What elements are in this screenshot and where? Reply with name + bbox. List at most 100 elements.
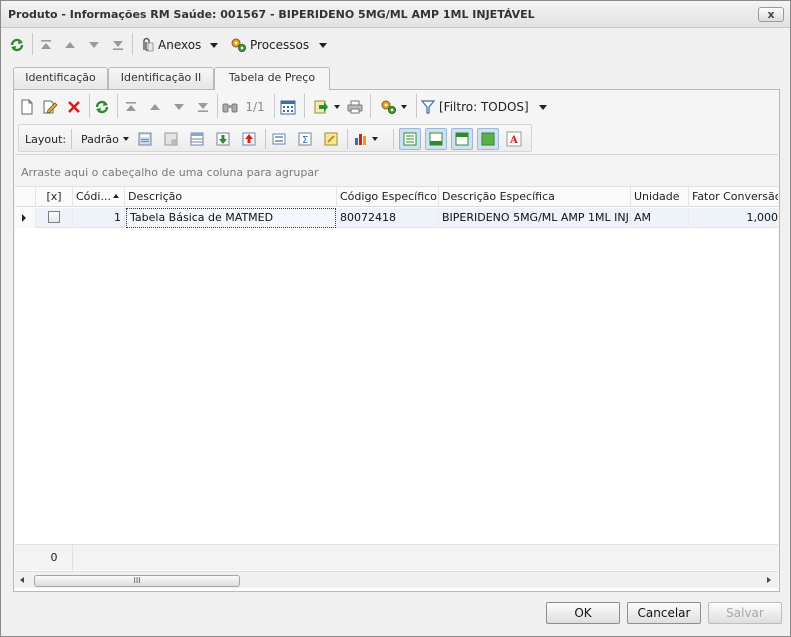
sort-ascending-icon — [113, 194, 119, 198]
layout-value: Padrão — [81, 132, 119, 146]
cancel-button[interactable]: Cancelar — [627, 602, 701, 624]
processos-label: Processos — [250, 38, 310, 52]
up-arrow-icon — [65, 42, 75, 48]
row-checkbox[interactable] — [48, 211, 60, 223]
anexos-label: Anexos — [158, 38, 202, 52]
delete-record-button[interactable] — [64, 96, 84, 118]
scrollbar-thumb[interactable]: III — [34, 575, 240, 587]
layout-export-button[interactable] — [241, 130, 257, 148]
refresh-icon — [10, 38, 24, 52]
row-indicator — [15, 208, 36, 228]
processos-button[interactable]: Processos — [230, 34, 330, 56]
grid-previous-button[interactable] — [146, 96, 164, 118]
layout-group-button[interactable] — [271, 130, 287, 148]
column-header-fator-conversao[interactable]: Fator Conversão — [689, 187, 778, 207]
highlight-icon — [324, 132, 338, 146]
grid-first-button[interactable] — [122, 96, 140, 118]
export-arrow-icon — [314, 100, 328, 114]
anexos-button[interactable]: Anexos — [139, 34, 221, 56]
new-document-icon — [21, 99, 33, 115]
row-select-cell — [36, 208, 73, 228]
tab-panel-tabela-de-preco: 1/1 [Filtro: TODOS] Layout: Padrão Σ A A… — [13, 89, 780, 592]
gears-icon — [381, 100, 396, 114]
chevron-down-icon — [538, 104, 547, 110]
edit-record-button[interactable] — [40, 96, 60, 118]
table-row[interactable]: 1 Tabela Básica de MATMED 80072418 BIPER… — [15, 208, 778, 228]
toolbar-separator — [393, 129, 394, 149]
save-button[interactable]: Salvar — [708, 602, 782, 624]
print-button[interactable] — [346, 96, 364, 118]
layout-import-button[interactable] — [215, 130, 231, 148]
record-position: 1/1 — [245, 100, 265, 114]
title-bar: Produto - Informações RM Saúde: 001567 -… — [1, 1, 790, 28]
column-header-descricao[interactable]: Descrição — [125, 187, 337, 207]
layout-view-grid-button[interactable] — [399, 128, 421, 150]
grid-lines-icon — [403, 132, 417, 146]
close-button[interactable]: x — [758, 7, 784, 22]
new-record-button[interactable] — [18, 96, 36, 118]
tab-identificacao[interactable]: Identificação — [13, 67, 108, 89]
grid-refresh-button[interactable] — [92, 96, 112, 118]
column-header-descricao-especifica[interactable]: Descrição Específica — [439, 187, 631, 207]
horizontal-scrollbar[interactable]: III — [15, 571, 778, 588]
filter-button[interactable]: [Filtro: TODOS] — [420, 96, 556, 118]
column-header-codigo-label: Códi... — [76, 190, 111, 203]
data-grid: Arraste aqui o cabeçalho de uma coluna p… — [15, 154, 778, 591]
group-by-area[interactable]: Arraste aqui o cabeçalho de uma coluna p… — [15, 155, 778, 187]
scroll-right-icon[interactable] — [767, 577, 771, 583]
chevron-down-icon — [372, 137, 378, 141]
layout-font-button[interactable]: A — [506, 130, 522, 148]
column-header-unidade[interactable]: Unidade — [631, 187, 689, 207]
footer-icon — [429, 132, 443, 146]
export-button[interactable] — [308, 96, 344, 118]
column-header-codigo[interactable]: Códi... — [73, 187, 125, 207]
ok-button[interactable]: OK — [546, 602, 620, 624]
current-row-arrow-icon — [22, 214, 26, 222]
find-button[interactable] — [221, 96, 239, 118]
chevron-down-icon — [319, 42, 328, 48]
font-icon: A — [506, 131, 522, 147]
layout-view-header-button[interactable] — [451, 128, 473, 150]
toolbar-separator — [89, 94, 90, 118]
group-icon — [272, 133, 286, 145]
group-by-hint: Arraste aqui o cabeçalho de uma coluna p… — [21, 166, 319, 179]
grid-header-row: [x] Códi... Descrição Código Específico … — [15, 187, 778, 207]
refresh-button[interactable] — [7, 34, 27, 56]
layout-view-fill-button[interactable] — [477, 128, 499, 150]
layout-select[interactable]: Padrão — [81, 130, 129, 148]
tab-identificacao-ii[interactable]: Identificação II — [108, 67, 214, 89]
last-record-button[interactable] — [109, 34, 127, 56]
grid-footer-row: 0 — [15, 544, 778, 571]
first-record-button[interactable] — [37, 34, 55, 56]
gears-icon — [231, 38, 246, 52]
layout-view-footer-button[interactable] — [425, 128, 447, 150]
grid-next-button[interactable] — [170, 96, 188, 118]
printer-icon — [347, 100, 363, 114]
layout-chart-button[interactable] — [353, 130, 378, 148]
cell-unidade: AM — [631, 208, 689, 228]
layout-columns-button[interactable] — [189, 130, 205, 148]
toolbar-separator — [416, 94, 417, 118]
cell-descricao[interactable]: Tabela Básica de MATMED — [126, 208, 336, 228]
layout-sum-button[interactable]: Σ — [297, 130, 313, 148]
column-header-codigo-especifico[interactable]: Código Específico — [337, 187, 439, 207]
layout-highlight-button[interactable] — [323, 130, 339, 148]
tab-tabela-de-preco[interactable]: Tabela de Preço — [214, 67, 330, 90]
calendar-button[interactable] — [278, 96, 298, 118]
column-header-select[interactable]: [x] — [36, 187, 73, 207]
next-record-button[interactable] — [85, 34, 103, 56]
binoculars-icon — [222, 103, 238, 113]
grid-last-button[interactable] — [194, 96, 212, 118]
toolbar-separator — [117, 94, 118, 118]
toolbar-separator — [274, 94, 275, 118]
layout-bar: Layout: Padrão Σ A — [18, 124, 532, 152]
calendar-icon — [280, 100, 296, 115]
layout-save-button[interactable] — [137, 130, 153, 148]
layout-delete-button[interactable] — [163, 130, 179, 148]
scroll-left-icon[interactable] — [20, 577, 24, 583]
grid-processes-button[interactable] — [375, 96, 411, 118]
previous-record-button[interactable] — [61, 34, 79, 56]
filter-label: [Filtro: TODOS] — [439, 100, 529, 114]
chevron-down-icon — [333, 105, 340, 109]
toolbar-separator — [71, 129, 72, 149]
